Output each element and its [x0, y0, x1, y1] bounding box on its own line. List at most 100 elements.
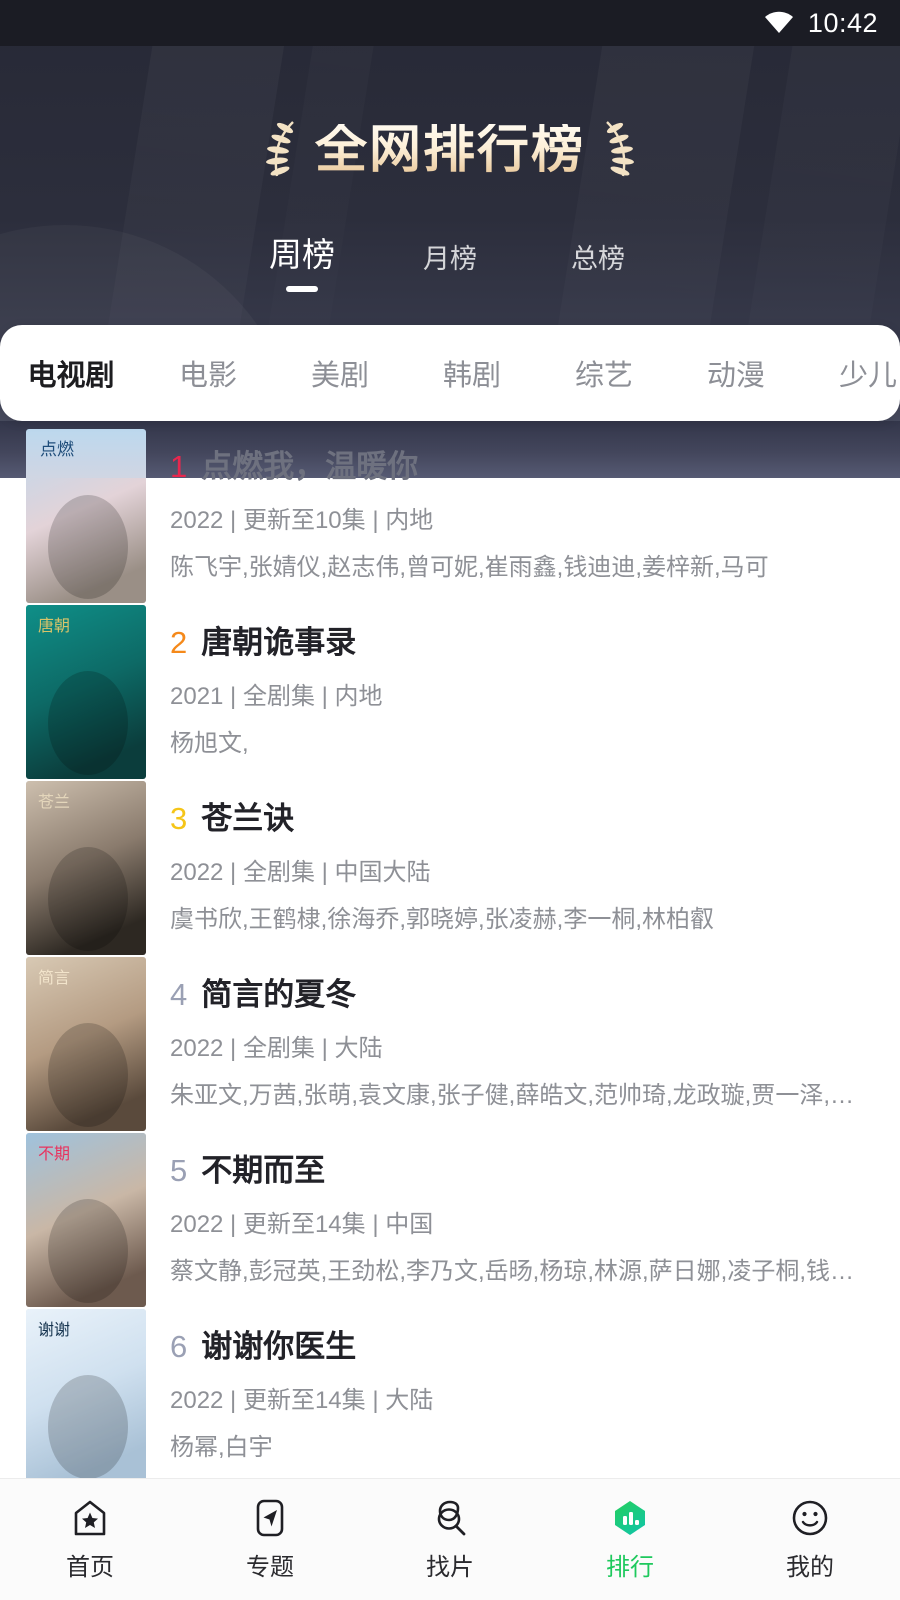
category-tab-1[interactable]: 电视剧	[0, 352, 142, 394]
category-tab-6[interactable]: 动漫	[670, 352, 802, 394]
movie-cast: 蔡文静,彭冠英,王劲松,李乃文,岳旸,杨琼,林源,萨日娜,凌子桐,钱漪,…	[170, 1258, 870, 1285]
svg-text:唐朝: 唐朝	[38, 617, 70, 635]
category-tab-3[interactable]: 美剧	[274, 352, 406, 394]
category-tab-label: 电影	[178, 360, 237, 392]
nav-item-首页[interactable]: 首页	[0, 1498, 180, 1582]
category-tab-label: 少儿	[838, 360, 897, 392]
movie-cast: 陈飞宇,张婧仪,赵志伟,曾可妮,崔雨鑫,钱迪迪,姜梓新,马可	[170, 554, 769, 581]
movie-cast: 朱亚文,万茜,张萌,袁文康,张子健,薛皓文,范帅琦,龙政璇,贾一泽,蒋方…	[170, 1082, 870, 1109]
ranking-bars-icon	[610, 1498, 650, 1538]
wifi-icon	[764, 11, 793, 33]
nav-item-label: 专题	[246, 1553, 294, 1581]
category-tab-7[interactable]: 少儿	[802, 352, 900, 394]
active-tab-underline	[286, 286, 318, 292]
category-tab-label: 韩剧	[442, 360, 501, 392]
rank-number: 1	[170, 449, 188, 478]
title-line: 4 简言的夏冬	[170, 969, 900, 1014]
movie-title: 谢谢你医生	[201, 1329, 357, 1364]
movie-title: 苍兰诀	[201, 801, 295, 836]
movie-title: 简言的夏冬	[201, 977, 357, 1012]
app-root: 全网排行榜 周榜 月榜 总榜 2022 | 更新至10集 | 内地 陈飞宇,张婧…	[0, 0, 900, 1600]
ranking-list[interactable]: 点燃 1 点燃我，温暖你 2022 | 更新至10集 | 内地陈飞宇,张婧仪,赵志伟,…	[0, 421, 900, 1478]
svg-text:不期: 不期	[38, 1145, 70, 1163]
title-line: 5 不期而至	[170, 1145, 900, 1190]
ranking-row-1-overlay[interactable]: 点燃 1 点燃我，温暖你	[0, 421, 900, 478]
rank-number: 3	[170, 801, 188, 836]
period-tab-total[interactable]: 总榜	[524, 237, 672, 298]
smiley-face-icon	[790, 1498, 830, 1538]
title-line: 6 谢谢你医生	[170, 1321, 900, 1366]
poster-thumbnail[interactable]: 谢谢	[26, 1309, 146, 1478]
category-tab-label: 综艺	[574, 360, 633, 392]
nav-item-找片[interactable]: 找片	[360, 1498, 540, 1582]
rank-number: 2	[170, 625, 188, 660]
rank-number: 5	[170, 1153, 188, 1188]
poster-thumbnail[interactable]: 苍兰	[26, 781, 146, 955]
category-tab-2[interactable]: 电影	[142, 352, 274, 394]
home-star-icon	[70, 1498, 110, 1538]
ranking-row-info: 5 不期而至 2022 | 更新至14集 | 中国蔡文静,彭冠英,王劲松,李乃文,岳…	[146, 1133, 900, 1293]
movie-meta: 2022 | 全剧集 | 中国大陆	[170, 859, 431, 886]
poster-thumbnail[interactable]: 点燃	[26, 429, 146, 478]
svg-text:苍兰: 苍兰	[38, 793, 70, 811]
ranking-row-info: 2 唐朝诡事录 2021 | 全剧集 | 内地 杨旭文,	[146, 605, 900, 765]
movie-meta: 2022 | 更新至10集 | 内地	[170, 507, 434, 534]
poster-thumbnail[interactable]: 唐朝	[26, 605, 146, 779]
category-tab-label: 电视剧	[27, 360, 115, 392]
period-tab-bar: 周榜 月榜 总榜	[0, 228, 900, 298]
ranking-row-info: 4 简言的夏冬 2022 | 全剧集 | 大陆朱亚文,万茜,张萌,袁文康,张子健,薛…	[146, 957, 900, 1117]
bottom-navigation-bar[interactable]: 首页 专题 找片 排行 我的	[0, 1478, 900, 1600]
movie-meta: 2022 | 更新至14集 | 大陆	[170, 1387, 434, 1414]
svg-text:点燃: 点燃	[40, 440, 74, 459]
laurel-left-icon	[266, 121, 294, 177]
ranking-row[interactable]: 苍兰 3 苍兰诀 2022 | 全剧集 | 中国大陆虞书欣,王鹤棣,徐海乔,郭晓婷,张…	[0, 773, 900, 955]
title-line: 3 苍兰诀	[170, 793, 900, 838]
period-tab-label: 周榜	[269, 236, 335, 273]
movie-cast: 虞书欣,王鹤棣,徐海乔,郭晓婷,张凌赫,李一桐,林柏叡	[170, 906, 715, 933]
navigation-arrow-icon	[250, 1498, 290, 1538]
ranking-row-info: 3 苍兰诀 2022 | 全剧集 | 中国大陆虞书欣,王鹤棣,徐海乔,郭晓婷,张凌赫…	[146, 781, 900, 941]
nav-item-我的[interactable]: 我的	[720, 1498, 900, 1582]
category-tab-4[interactable]: 韩剧	[406, 352, 538, 394]
movie-meta: 2022 | 更新至14集 | 中国	[170, 1211, 434, 1238]
nav-item-label: 找片	[426, 1553, 474, 1581]
movie-title: 唐朝诡事录	[201, 625, 357, 660]
period-tab-label: 月榜	[423, 244, 477, 274]
ranking-row[interactable]: 简言 4 简言的夏冬 2022 | 全剧集 | 大陆朱亚文,万茜,张萌,袁文康,张子健…	[0, 949, 900, 1131]
movie-cast: 杨旭文,	[170, 730, 249, 757]
poster-thumbnail[interactable]: 简言	[26, 957, 146, 1131]
svg-text:谢谢: 谢谢	[38, 1321, 70, 1339]
movie-title: 不期而至	[201, 1153, 326, 1188]
status-bar-clock: 10:42	[807, 7, 878, 38]
movie-title: 点燃我，温暖你	[201, 449, 419, 478]
rank-number: 6	[170, 1329, 188, 1364]
nav-item-专题[interactable]: 专题	[180, 1498, 360, 1582]
search-icon	[430, 1498, 470, 1538]
status-bar: 10:42	[0, 0, 900, 46]
category-tab-5[interactable]: 综艺	[538, 352, 670, 394]
nav-item-label: 排行	[606, 1553, 654, 1581]
ranking-row[interactable]: 唐朝 2 唐朝诡事录 2021 | 全剧集 | 内地 杨旭文,	[0, 597, 900, 779]
svg-text:简言: 简言	[38, 969, 70, 987]
poster-thumbnail[interactable]: 不期	[26, 1133, 146, 1307]
period-tab-month[interactable]: 月榜	[376, 237, 524, 298]
movie-cast: 杨幂,白宇	[170, 1434, 273, 1461]
nav-item-label: 我的	[786, 1553, 834, 1581]
ranking-row[interactable]: 谢谢 6 谢谢你医生 2022 | 更新至14集 | 大陆 杨幂,白宇	[0, 1301, 900, 1478]
category-tab-label: 美剧	[310, 360, 369, 392]
ranking-row-info: 6 谢谢你医生 2022 | 更新至14集 | 大陆 杨幂,白宇	[146, 1309, 900, 1469]
movie-meta: 2021 | 全剧集 | 内地	[170, 683, 383, 710]
category-tab-label: 动漫	[706, 360, 765, 392]
movie-meta: 2022 | 全剧集 | 大陆	[170, 1035, 383, 1062]
title-line: 2 唐朝诡事录	[170, 617, 900, 662]
nav-item-label: 首页	[66, 1553, 114, 1581]
page-title: 全网排行榜	[314, 121, 585, 179]
period-tab-week[interactable]: 周榜	[228, 228, 376, 298]
page-title-row: 全网排行榜	[0, 118, 900, 182]
nav-item-排行[interactable]: 排行	[540, 1498, 720, 1582]
status-bar-right: 10:42	[764, 8, 878, 39]
laurel-right-icon	[606, 121, 634, 177]
category-tab-card[interactable]: 电视剧 电影 美剧 韩剧 综艺 动漫 少儿	[0, 325, 900, 421]
ranking-row[interactable]: 不期 5 不期而至 2022 | 更新至14集 | 中国蔡文静,彭冠英,王劲松,李乃文…	[0, 1125, 900, 1307]
period-tab-label: 总榜	[571, 244, 625, 274]
